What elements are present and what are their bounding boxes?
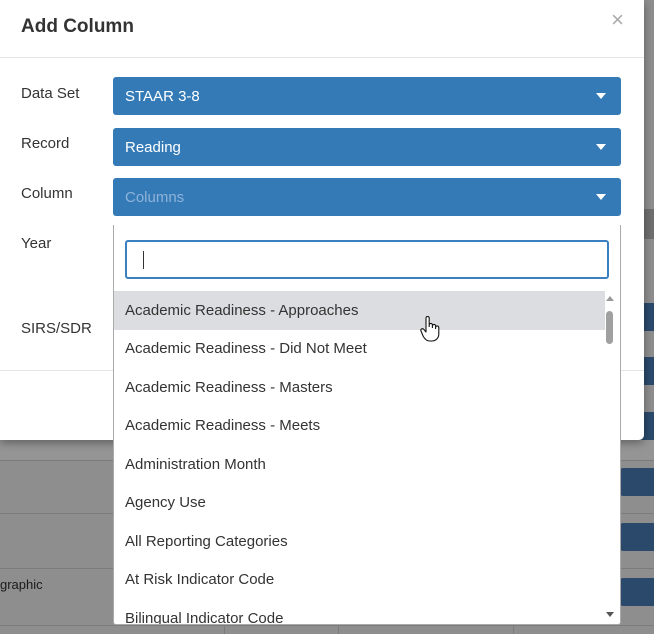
dropdown-option[interactable]: Academic Readiness - Meets xyxy=(114,407,605,446)
dropdown-option[interactable]: Bilingual Indicator Code xyxy=(114,599,605,624)
dropdown-scrollbar[interactable] xyxy=(604,291,617,624)
chevron-down-icon xyxy=(596,93,606,99)
dropdown-option[interactable]: All Reporting Categories xyxy=(114,522,605,561)
backdrop-button xyxy=(620,468,654,496)
column-select[interactable]: Columns xyxy=(113,178,621,216)
close-icon[interactable]: × xyxy=(611,9,624,31)
scroll-up-icon[interactable] xyxy=(606,296,614,301)
record-select[interactable]: Reading xyxy=(113,128,621,166)
record-value: Reading xyxy=(125,138,181,156)
dropdown-option[interactable]: Agency Use xyxy=(114,484,605,523)
chevron-down-icon xyxy=(596,144,606,150)
column-placeholder: Columns xyxy=(125,188,185,206)
modal-header: Add Column × xyxy=(0,0,644,58)
scrollbar-thumb[interactable] xyxy=(606,311,613,344)
dropdown-option[interactable]: Academic Readiness - Approaches xyxy=(114,291,605,330)
record-label: Record xyxy=(21,135,70,152)
sirs-sdr-label: SIRS/SDR xyxy=(21,320,92,337)
dropdown-search-input[interactable] xyxy=(125,240,609,279)
data-set-value: STAAR 3-8 xyxy=(125,87,200,105)
scroll-down-icon[interactable] xyxy=(606,612,614,617)
column-label: Column xyxy=(21,185,73,202)
text-cursor xyxy=(143,251,144,269)
dropdown-options: Academic Readiness - Approaches Academic … xyxy=(114,291,605,624)
hand-cursor-icon xyxy=(420,316,440,342)
data-set-select[interactable]: STAAR 3-8 xyxy=(113,77,621,115)
dropdown-option[interactable]: Administration Month xyxy=(114,445,605,484)
backdrop-button xyxy=(620,578,654,606)
dropdown-option[interactable]: At Risk Indicator Code xyxy=(114,561,605,600)
chevron-down-icon xyxy=(596,194,606,200)
backdrop-text: graphic xyxy=(0,577,43,592)
backdrop-row-divider xyxy=(0,625,654,626)
dropdown-option[interactable]: Academic Readiness - Masters xyxy=(114,368,605,407)
backdrop-button xyxy=(620,523,654,551)
dropdown-option[interactable]: Academic Readiness - Did Not Meet xyxy=(114,330,605,369)
dropdown-search xyxy=(114,225,620,289)
modal-title: Add Column xyxy=(21,16,134,37)
data-set-label: Data Set xyxy=(21,85,80,102)
column-dropdown: Academic Readiness - Approaches Academic … xyxy=(113,225,621,625)
year-label: Year xyxy=(21,235,52,252)
